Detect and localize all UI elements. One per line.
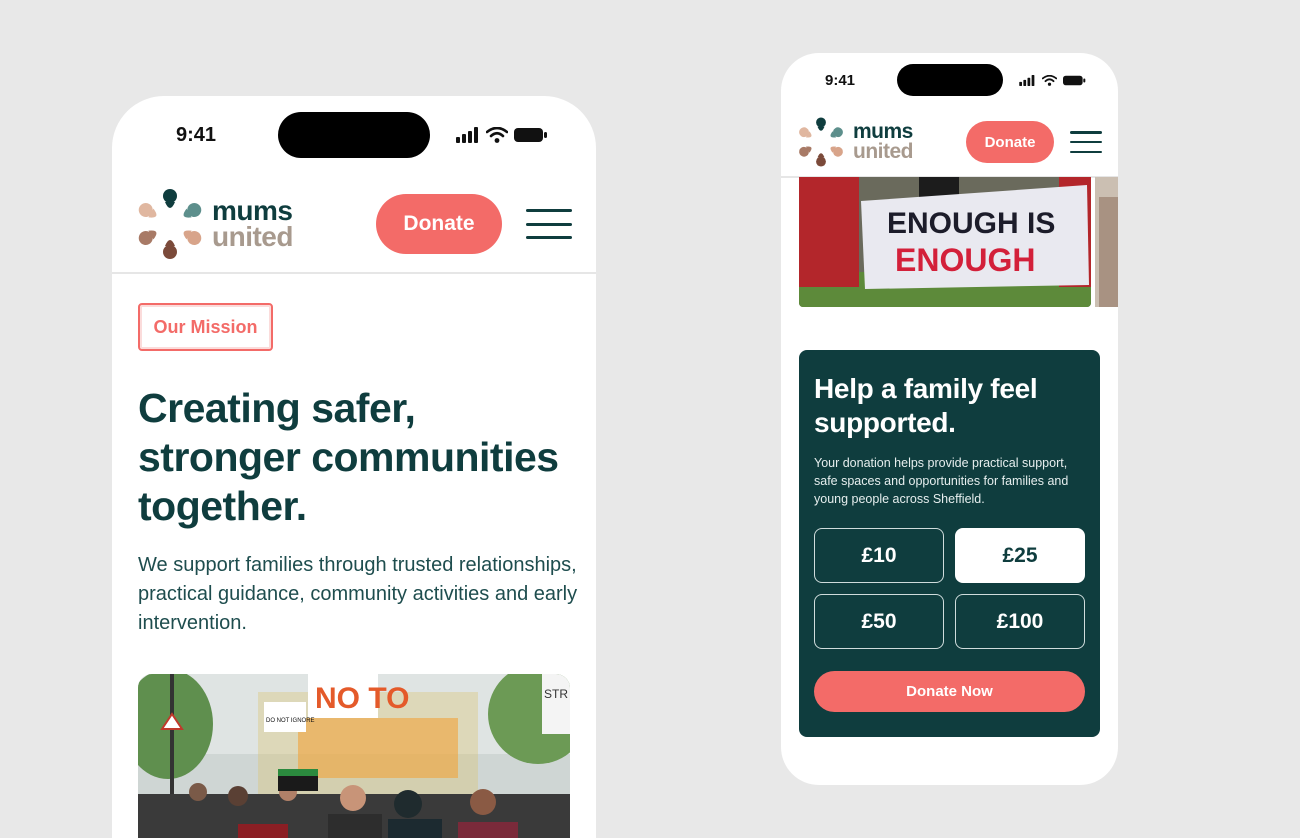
logo-text-united: united (212, 221, 294, 252)
cellular-signal-icon (1019, 74, 1035, 86)
battery-icon (514, 128, 547, 142)
hero-title: Creating safer, stronger communities tog… (138, 385, 559, 529)
community-march-photo: NO TO DO NOT IGNORE STR (138, 674, 570, 838)
amount-option-50[interactable]: £50 (814, 594, 944, 649)
photo-sign-text: STR (544, 687, 568, 701)
section-badge: Our Mission (138, 303, 273, 351)
amount-option-100[interactable]: £100 (955, 594, 1085, 649)
flower-logo-icon (799, 117, 843, 167)
status-time: 9:41 (825, 71, 856, 89)
adjacent-photo-edge (1095, 177, 1118, 307)
photo-sign-text: NO TO (315, 682, 409, 715)
mums-united-logo[interactable]: mums united (134, 184, 294, 264)
banner-text-line1: ENOUGH IS (887, 207, 1055, 240)
site-header: mums united Donate (112, 176, 596, 274)
logo-text-mums: mums (853, 120, 913, 143)
wifi-icon (486, 127, 508, 143)
donation-card-description: Your donation helps provide practical su… (814, 456, 1069, 506)
amount-option-25[interactable]: £25 (955, 528, 1085, 583)
donation-amount-grid: £10 £25 £50 £100 (814, 528, 1085, 649)
donation-card-title: Help a family feel supported. (814, 373, 1038, 438)
banner-text-line2: ENOUGH (895, 242, 1035, 278)
dynamic-island (897, 64, 1003, 96)
hero-description: We support families through trusted rela… (138, 554, 578, 634)
amount-option-10[interactable]: £10 (814, 528, 944, 583)
cellular-signal-icon (456, 127, 478, 143)
donation-card: Help a family feel supported. Your donat… (799, 350, 1100, 737)
menu-hamburger-icon[interactable] (526, 209, 572, 239)
battery-icon (1063, 75, 1086, 85)
dynamic-island (278, 112, 430, 158)
status-icons (1019, 74, 1086, 86)
donate-now-button[interactable]: Donate Now (814, 671, 1085, 712)
enough-is-enough-photo: ENOUGH IS ENOUGH (799, 177, 1091, 307)
status-icons (456, 127, 548, 143)
menu-hamburger-icon[interactable] (1070, 131, 1102, 153)
phone-mockup-mission: 9:41 mums united Donate Our Mission Crea… (112, 96, 596, 838)
logo-text-united: united (853, 140, 914, 163)
site-header: mums united Donate (781, 108, 1118, 178)
donate-button[interactable]: Donate (376, 194, 502, 254)
phone-mockup-donate: 9:41 mums united Donate ENOUGH IS ENOUGH… (781, 53, 1118, 785)
status-time: 9:41 (176, 123, 217, 146)
donate-button[interactable]: Donate (966, 121, 1054, 163)
wifi-icon (1042, 74, 1057, 86)
mums-united-logo[interactable]: mums united (795, 114, 914, 170)
flower-logo-icon (138, 189, 202, 259)
photo-sign-text: DO NOT IGNORE (266, 718, 315, 724)
